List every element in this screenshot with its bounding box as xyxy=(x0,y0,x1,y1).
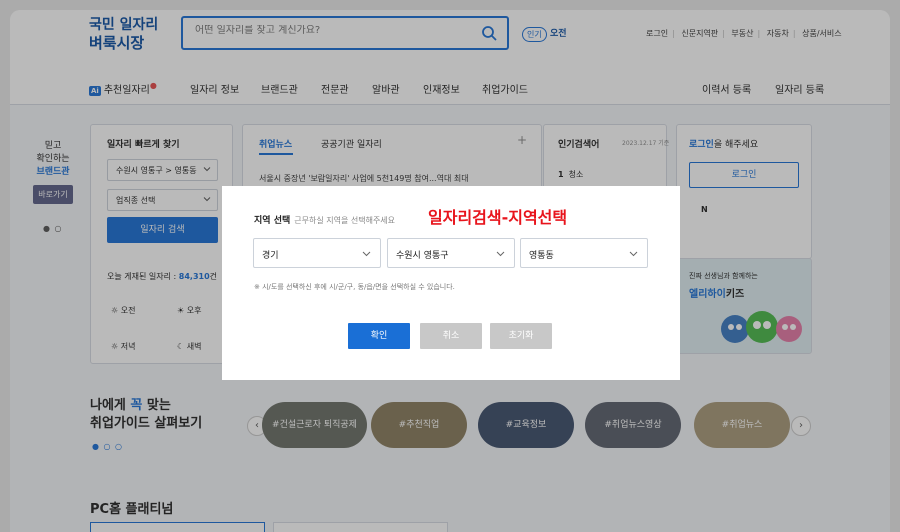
region-select-modal: 지역 선택 근무하실 지역을 선택해주세요 일자리검색-지역선택 경기 수원시 영… xyxy=(222,186,680,380)
screenshot-caption: 일자리검색-지역선택 xyxy=(428,208,568,227)
sido-value: 경기 xyxy=(262,251,279,261)
modal-subtitle: 근무하실 지역을 선택해주세요 xyxy=(294,216,396,225)
sido-select[interactable]: 경기 xyxy=(253,238,381,268)
chevron-down-icon xyxy=(629,251,638,257)
dong-value: 영통동 xyxy=(529,251,554,261)
confirm-button[interactable]: 확인 xyxy=(348,323,410,349)
dong-select[interactable]: 영통동 xyxy=(520,238,648,268)
chevron-down-icon xyxy=(496,251,505,257)
cancel-button[interactable]: 취소 xyxy=(420,323,482,349)
modal-title-text: 지역 선택 xyxy=(254,216,291,226)
modal-title: 지역 선택 근무하실 지역을 선택해주세요 xyxy=(254,213,395,226)
reset-button[interactable]: 초기화 xyxy=(490,323,552,349)
sigungu-select[interactable]: 수원시 영통구 xyxy=(387,238,515,268)
sigungu-value: 수원시 영통구 xyxy=(396,251,449,261)
modal-note: ※ 시/도를 선택하신 후에 시/군/구, 동/읍/면을 선택하실 수 있습니다… xyxy=(254,283,455,291)
chevron-down-icon xyxy=(362,251,371,257)
